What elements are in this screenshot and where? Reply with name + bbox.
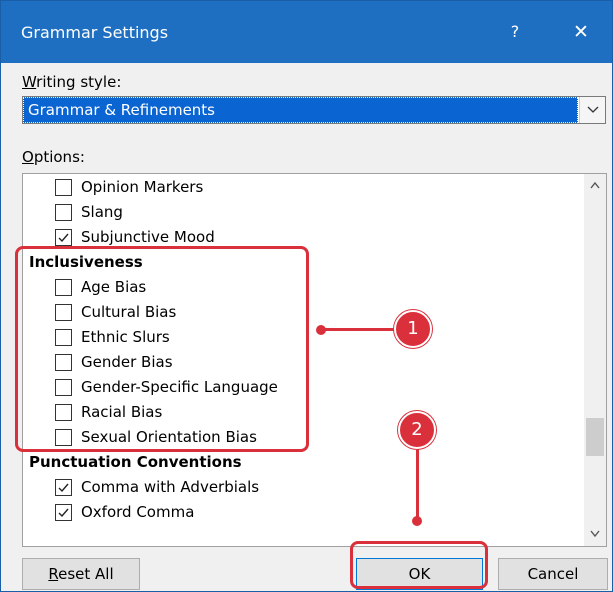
options-label-text: ptions:	[33, 148, 85, 166]
ok-button-highlight	[350, 541, 488, 589]
option-row[interactable]: Slang	[23, 201, 583, 226]
option-label: Slang	[81, 203, 123, 221]
callout-1-line	[321, 328, 395, 331]
option-row[interactable]: Oxford Comma	[23, 501, 583, 526]
option-row[interactable]: Comma with Adverbials	[23, 476, 583, 501]
option-label: Opinion Markers	[81, 178, 204, 196]
option-group-heading: Punctuation Conventions	[23, 451, 583, 476]
step-marker-2: 2	[398, 411, 436, 449]
writing-style-label-text: riting style:	[36, 73, 122, 91]
writing-style-label: Writing style:	[22, 73, 121, 91]
writing-style-select[interactable]: Grammar & Refinements	[22, 96, 606, 124]
scroll-down-icon[interactable]	[590, 530, 600, 537]
callout-2-dot	[412, 516, 422, 526]
dropdown-button[interactable]	[579, 97, 605, 123]
inclusiveness-highlight	[15, 246, 309, 452]
option-row[interactable]: Opinion Markers	[23, 176, 583, 201]
title-bar[interactable]: Grammar Settings ? ✕	[1, 1, 612, 63]
cancel-button[interactable]: Cancel	[498, 558, 608, 590]
options-accel: O	[22, 148, 34, 166]
reset-label: eset All	[58, 565, 114, 583]
checkbox[interactable]	[55, 179, 72, 196]
reset-all-button[interactable]: Reset All	[22, 558, 140, 590]
reset-accel: R	[48, 565, 59, 583]
option-label: Comma with Adverbials	[81, 478, 260, 496]
options-label: Options:	[22, 148, 85, 166]
dialog-title: Grammar Settings	[21, 23, 169, 42]
grammar-settings-dialog: Grammar Settings ? ✕ Writing style: Gram…	[0, 0, 613, 592]
option-label: Oxford Comma	[81, 503, 195, 521]
checkmark-icon	[58, 233, 69, 243]
checkmark-icon	[58, 483, 69, 493]
help-button[interactable]: ?	[495, 15, 535, 49]
checkbox[interactable]	[55, 504, 72, 521]
option-label: Subjunctive Mood	[81, 228, 215, 246]
vertical-scrollbar[interactable]	[584, 174, 606, 546]
writing-style-value: Grammar & Refinements	[23, 97, 578, 123]
checkbox[interactable]	[55, 479, 72, 496]
scroll-up-icon[interactable]	[590, 182, 600, 189]
group-heading-label: Punctuation Conventions	[29, 453, 242, 471]
writing-style-accel: W	[22, 73, 37, 91]
checkbox[interactable]	[55, 204, 72, 221]
callout-2-line	[416, 449, 419, 521]
close-button[interactable]: ✕	[561, 15, 601, 49]
checkmark-icon	[58, 508, 69, 518]
checkbox[interactable]	[55, 229, 72, 246]
step-marker-1: 1	[394, 310, 432, 348]
scroll-thumb[interactable]	[586, 418, 604, 456]
chevron-down-icon	[587, 106, 599, 113]
